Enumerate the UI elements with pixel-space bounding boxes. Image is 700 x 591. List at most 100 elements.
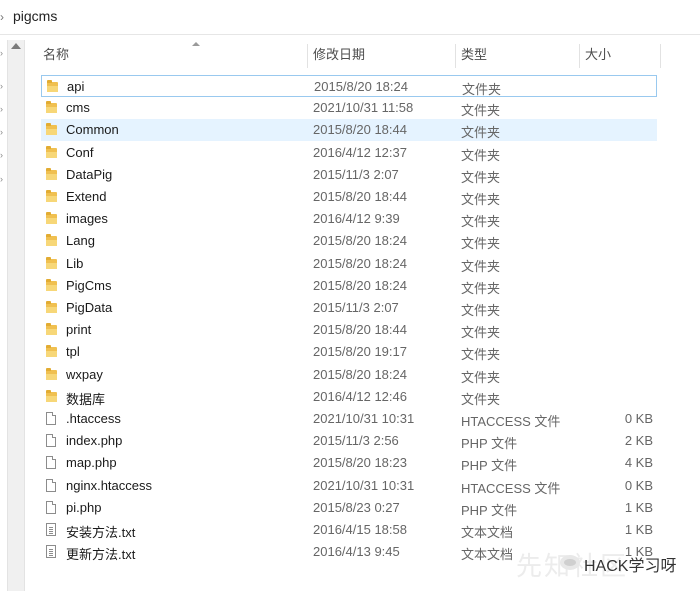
scroll-up-icon[interactable] xyxy=(11,43,21,49)
file-date: 2015/8/20 18:24 xyxy=(313,277,407,293)
file-row[interactable]: images 2016/4/12 9:39 文件夹 xyxy=(41,208,657,230)
column-divider[interactable] xyxy=(660,44,661,68)
file-type: 文件夹 xyxy=(462,82,502,97)
file-date: 2015/8/20 19:17 xyxy=(313,344,407,360)
file-name: api xyxy=(67,79,85,94)
file-row[interactable]: nginx.htaccess 2021/10/31 10:31 HTACCESS 文… xyxy=(41,475,657,497)
file-row[interactable]: print 2015/8/20 18:44 文件夹 xyxy=(41,319,657,341)
file-name: print xyxy=(66,322,92,338)
file-row[interactable]: PigCms 2015/8/20 18:24 文件夹 xyxy=(41,275,657,297)
file-date: 2015/11/3 2:56 xyxy=(313,433,399,449)
file-size: 0 KB xyxy=(624,477,653,493)
file-row[interactable]: cms 2021/10/31 11:58 文件夹 xyxy=(41,97,657,119)
file-row[interactable]: map.php 2015/8/20 18:23 PHP 文件 4 KB xyxy=(41,452,657,474)
file-row[interactable]: .htaccess 2021/10/31 10:31 HTACCESS 文件 0 KB xyxy=(41,408,657,430)
file-row[interactable]: wxpay 2015/8/20 18:24 文件夹 xyxy=(41,364,657,386)
chevron-right-icon[interactable]: › xyxy=(0,82,6,91)
file-date: 2015/8/23 0:27 xyxy=(313,499,400,515)
vertical-scrollbar[interactable] xyxy=(7,40,25,591)
file-type: 文件夹 xyxy=(461,147,501,163)
chevron-right-icon[interactable]: › xyxy=(0,128,6,137)
file-name: .htaccess xyxy=(66,411,121,426)
file-date: 2016/4/12 12:37 xyxy=(313,144,407,160)
folder-icon xyxy=(46,323,58,337)
file-icon xyxy=(46,478,58,493)
watermark-text: HACK学习呀 xyxy=(584,558,677,575)
sort-ascending-icon xyxy=(192,42,200,46)
file-type: 文件夹 xyxy=(461,258,501,274)
file-size: 2 KB xyxy=(624,433,653,449)
file-row[interactable]: index.php 2015/11/3 2:56 PHP 文件 2 KB xyxy=(41,430,657,452)
file-row[interactable]: DataPig 2015/11/3 2:07 文件夹 xyxy=(41,164,657,186)
file-date: 2015/8/20 18:44 xyxy=(313,322,407,338)
file-name: 更新方法.txt xyxy=(66,547,136,563)
column-date[interactable]: 修改日期 xyxy=(313,40,365,70)
file-date: 2021/10/31 11:58 xyxy=(313,100,414,116)
folder-icon xyxy=(47,80,59,94)
chevron-right-icon[interactable]: › xyxy=(0,151,6,160)
folder-icon xyxy=(46,301,58,315)
file-date: 2015/8/20 18:24 xyxy=(313,233,407,249)
column-divider[interactable] xyxy=(455,44,456,68)
address-bar[interactable]: › pigcms xyxy=(0,0,700,35)
file-row[interactable]: tpl 2015/8/20 19:17 文件夹 xyxy=(41,341,657,363)
column-name[interactable]: 名称 xyxy=(43,40,69,70)
file-row[interactable]: api 2015/8/20 18:24 文件夹 xyxy=(41,75,657,97)
column-divider[interactable] xyxy=(307,44,308,68)
file-row[interactable]: PigData 2015/11/3 2:07 文件夹 xyxy=(41,297,657,319)
file-date: 2021/10/31 10:31 xyxy=(313,477,415,493)
file-row[interactable]: 安装方法.txt 2016/4/15 18:58 文本文档 1 KB xyxy=(41,519,657,541)
folder-icon xyxy=(46,256,58,271)
file-name: Conf xyxy=(66,144,94,160)
file-icon xyxy=(46,500,58,515)
file-date: 2015/8/20 18:24 xyxy=(313,366,407,382)
file-type: 文件夹 xyxy=(461,347,501,363)
file-icon xyxy=(46,456,58,470)
file-type: 文件夹 xyxy=(461,214,501,230)
file-name: tpl xyxy=(66,344,80,360)
file-name: map.php xyxy=(66,455,117,471)
chevron-right-icon[interactable]: › xyxy=(0,49,6,58)
file-type: 文件夹 xyxy=(461,169,501,185)
file-row[interactable]: Conf 2016/4/12 12:37 文件夹 xyxy=(41,142,657,164)
file-row[interactable]: Lib 2015/8/20 18:24 文件夹 xyxy=(41,253,657,275)
file-name: Lang xyxy=(66,233,95,249)
file-name: index.php xyxy=(66,433,123,449)
file-row[interactable]: pi.php 2015/8/23 0:27 PHP 文件 1 KB xyxy=(41,497,657,519)
file-size: 0 KB xyxy=(624,411,653,426)
file-row[interactable]: Extend 2015/8/20 18:44 文件夹 xyxy=(41,186,657,208)
file-name: PigData xyxy=(66,300,113,315)
file-type: 文件夹 xyxy=(461,325,501,341)
file-icon xyxy=(46,434,58,448)
folder-icon xyxy=(46,167,58,182)
file-type: 文件夹 xyxy=(461,280,501,296)
file-type: 文件夹 xyxy=(461,369,501,385)
chevron-right-icon[interactable]: › xyxy=(0,10,8,24)
folder-icon xyxy=(46,389,58,404)
breadcrumb[interactable]: pigcms xyxy=(13,8,57,24)
file-type: PHP 文件 xyxy=(461,502,518,518)
file-type: 文件夹 xyxy=(461,391,501,407)
folder-icon xyxy=(46,367,58,382)
file-date: 2015/8/20 18:44 xyxy=(313,189,407,204)
file-type: 文本文档 xyxy=(461,547,514,563)
file-name: Lib xyxy=(66,255,84,271)
file-date: 2015/11/3 2:07 xyxy=(313,300,399,315)
file-name: nginx.htaccess xyxy=(66,477,152,493)
chevron-right-icon[interactable]: › xyxy=(0,175,6,184)
chevron-right-icon[interactable]: › xyxy=(0,105,6,114)
folder-icon xyxy=(46,212,58,226)
file-row[interactable]: Lang 2015/8/20 18:24 文件夹 xyxy=(41,230,657,252)
file-date: 2015/11/3 2:07 xyxy=(313,166,399,182)
file-type: HTACCESS 文件 xyxy=(461,414,561,429)
file-name: Common xyxy=(66,122,119,138)
column-size[interactable]: 大小 xyxy=(585,40,611,70)
file-row[interactable]: Common 2015/8/20 18:44 文件夹 xyxy=(41,119,657,142)
column-divider[interactable] xyxy=(579,44,580,68)
file-row[interactable]: 数据库 2016/4/12 12:46 文件夹 xyxy=(41,386,657,408)
file-date: 2016/4/12 9:39 xyxy=(313,211,400,227)
file-date: 2015/8/20 18:24 xyxy=(314,79,408,94)
file-type: 文件夹 xyxy=(461,303,501,318)
file-name: cms xyxy=(66,100,90,116)
column-type[interactable]: 类型 xyxy=(461,40,487,70)
